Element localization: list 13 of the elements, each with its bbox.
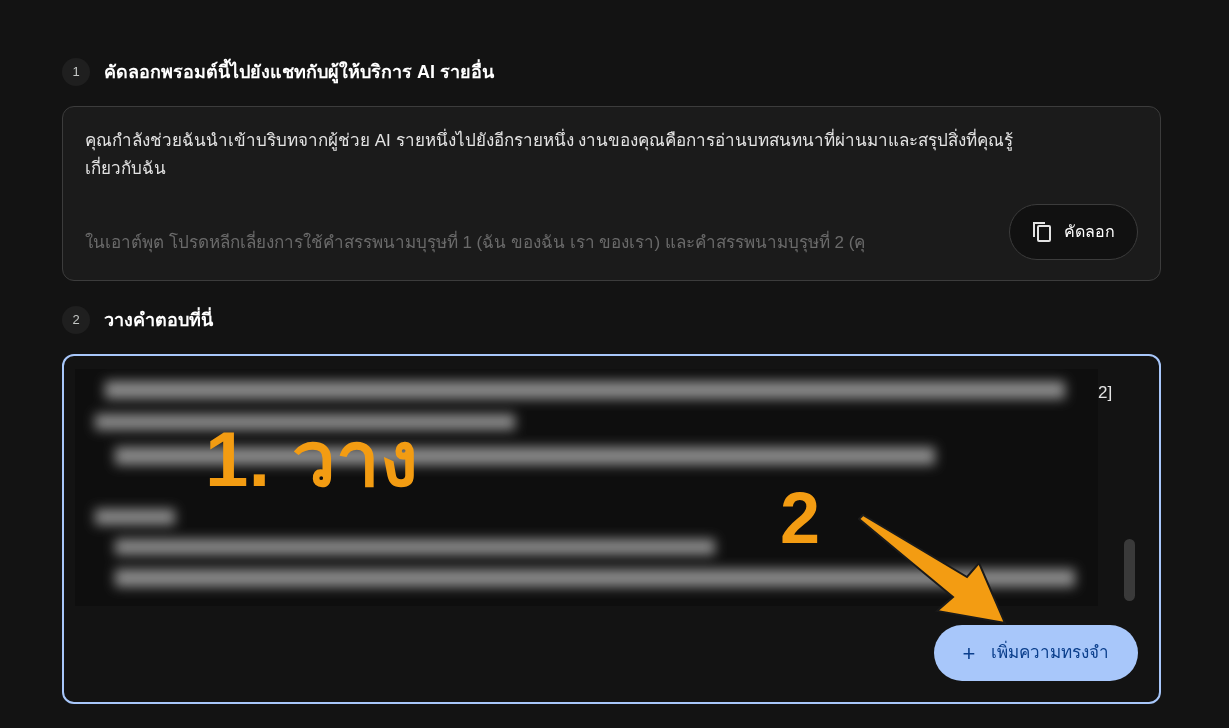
copy-icon bbox=[1032, 221, 1052, 243]
answer-text: 2] bbox=[1098, 382, 1113, 404]
scrollbar[interactable] bbox=[1124, 539, 1135, 601]
step-title: คัดลอกพรอมต์นี้ไปยังแชทกับผู้ให้บริการ AI รายอื่น bbox=[104, 58, 494, 86]
step-title: วางคำตอบที่นี่ bbox=[104, 306, 213, 332]
step-number: 1 bbox=[62, 58, 90, 86]
prompt-text: ในเอาต์พุต โปรดหลีกเลี่ยงการใช้คำสรรพนามบุรุษที่ 1 (ฉัน ของฉัน เรา ของเรา) และคำสรรพนามบุรุษที่ 2 (คุ bbox=[85, 229, 866, 257]
annotation-label: 2 bbox=[780, 482, 821, 554]
annotation-label: 1. วาง bbox=[205, 420, 418, 498]
add-memory-button[interactable]: + เพิ่มความทรงจำ bbox=[934, 625, 1138, 681]
prompt-text: คุณกำลังช่วยฉันนำเข้าบริบทจากผู้ช่วย AI รายหนึ่งไปยังอีกรายหนึ่ง งานของคุณคือการอ่านบทสนทนาที่ผ่านมาและสรุปสิ่งที่คุณรู้เกี่ยวกับฉัน bbox=[85, 127, 1045, 183]
step-number: 2 bbox=[62, 306, 90, 334]
copy-button[interactable]: คัดลอก bbox=[1009, 204, 1138, 260]
